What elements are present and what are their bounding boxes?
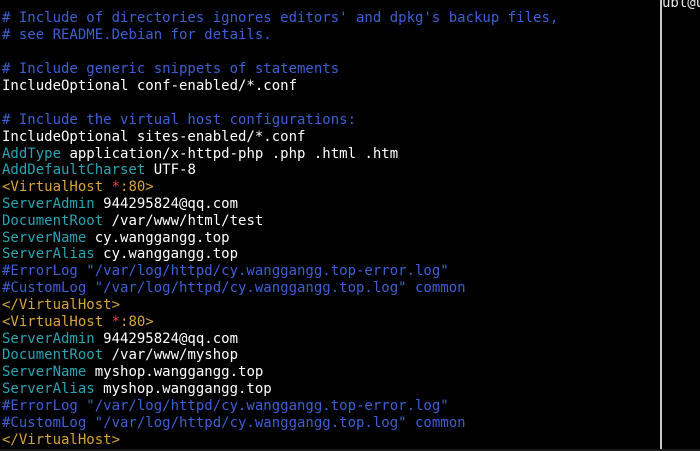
directive-name: AddType — [2, 146, 62, 162]
directive-line: ServerAdmin 944295824@qq.com — [2, 196, 238, 213]
directive-name: ServerAlias — [2, 246, 95, 262]
comment-text: # Include of directories ignores editors… — [2, 10, 559, 26]
virtualhost-close-tag: </VirtualHost> — [2, 432, 120, 449]
directive-value: myshop.wanggangg.top — [94, 381, 272, 397]
directive-value: /var/www/myshop — [103, 347, 239, 363]
config-text: IncludeOptional conf-enabled/*.conf — [2, 78, 298, 94]
directive-name: ServerAdmin — [2, 196, 95, 212]
directive-line: ServerAlias cy.wanggangg.top — [2, 246, 238, 263]
virtualhost-open-tag: <VirtualHost *:80> — [2, 179, 154, 196]
tag-close: </VirtualHost> — [2, 297, 121, 313]
directive-name: AddDefaultCharset — [2, 162, 146, 178]
comment-line: #ErrorLog "/var/log/httpd/cy.wanggangg.t… — [2, 398, 449, 415]
directive-line: ServerAdmin 944295824@qq.com — [2, 331, 238, 348]
comment-text: # Include the virtual host configuration… — [2, 112, 357, 128]
config-line: IncludeOptional sites-enabled/*.conf — [2, 129, 305, 146]
directive-name: DocumentRoot — [2, 347, 104, 363]
directive-name: ServerAdmin — [2, 331, 95, 347]
tag-port: :80> — [120, 314, 154, 330]
editor-pane[interactable]: # Include of directories ignores editors… — [0, 0, 655, 451]
comment-text: #CustomLog "/var/log/httpd/cy.wanggangg.… — [2, 280, 466, 296]
directive-value: cy.wanggangg.top — [86, 230, 230, 246]
directive-value: 944295824@qq.com — [94, 196, 239, 212]
directive-value: 944295824@qq.com — [94, 331, 239, 347]
directive-line: DocumentRoot /var/www/myshop — [2, 347, 238, 364]
directive-value: cy.wanggangg.top — [94, 246, 239, 262]
directive-value: application/x-httpd-php .php .html .htm — [61, 146, 399, 162]
tag-open: <VirtualHost — [2, 179, 112, 195]
side-prompt-text: ubt@u — [662, 0, 700, 11]
comment-text: #CustomLog "/var/log/httpd/cy.wanggangg.… — [2, 415, 466, 431]
comment-line: #CustomLog "/var/log/httpd/cy.wanggangg.… — [2, 415, 466, 432]
comment-text: #ErrorLog "/var/log/httpd/cy.wanggangg.t… — [2, 263, 449, 279]
virtualhost-open-tag: <VirtualHost *:80> — [2, 314, 154, 331]
comment-line: #ErrorLog "/var/log/httpd/cy.wanggangg.t… — [2, 263, 449, 280]
directive-line: ServerAlias myshop.wanggangg.top — [2, 381, 272, 398]
directive-line: DocumentRoot /var/www/html/test — [2, 213, 263, 230]
directive-name: ServerName — [2, 364, 87, 380]
side-terminal-pane[interactable]: ubt@u — [662, 0, 700, 451]
comment-line: # Include generic snippets of statements — [2, 61, 339, 78]
directive-value: myshop.wanggangg.top — [86, 364, 264, 380]
tag-close: </VirtualHost> — [2, 432, 121, 448]
directive-name: DocumentRoot — [2, 213, 104, 229]
directive-line: AddType application/x-httpd-php .php .ht… — [2, 146, 398, 163]
directive-name: ServerName — [2, 230, 87, 246]
wildcard-star: * — [111, 179, 121, 195]
tag-port: :80> — [120, 179, 154, 195]
comment-line: # see README.Debian for details. — [2, 27, 272, 44]
tag-open: <VirtualHost — [2, 314, 112, 330]
comment-line: # Include the virtual host configuration… — [2, 112, 356, 129]
config-line: IncludeOptional conf-enabled/*.conf — [2, 78, 297, 95]
comment-line: # Include of directories ignores editors… — [2, 10, 558, 27]
comment-text: # see README.Debian for details. — [2, 27, 272, 43]
directive-value: /var/www/html/test — [103, 213, 264, 229]
directive-name: ServerAlias — [2, 381, 95, 397]
comment-text: #ErrorLog "/var/log/httpd/cy.wanggangg.t… — [2, 398, 449, 414]
config-text: IncludeOptional sites-enabled/*.conf — [2, 129, 306, 145]
wildcard-star: * — [111, 314, 121, 330]
directive-value: UTF-8 — [145, 162, 196, 178]
virtualhost-close-tag: </VirtualHost> — [2, 297, 120, 314]
directive-line: AddDefaultCharset UTF-8 — [2, 162, 196, 179]
directive-line: ServerName cy.wanggangg.top — [2, 230, 230, 247]
directive-line: ServerName myshop.wanggangg.top — [2, 364, 263, 381]
comment-text: # Include generic snippets of statements — [2, 61, 340, 77]
terminal-window[interactable]: # Include of directories ignores editors… — [0, 0, 700, 451]
comment-line: #CustomLog "/var/log/httpd/cy.wanggangg.… — [2, 280, 466, 297]
